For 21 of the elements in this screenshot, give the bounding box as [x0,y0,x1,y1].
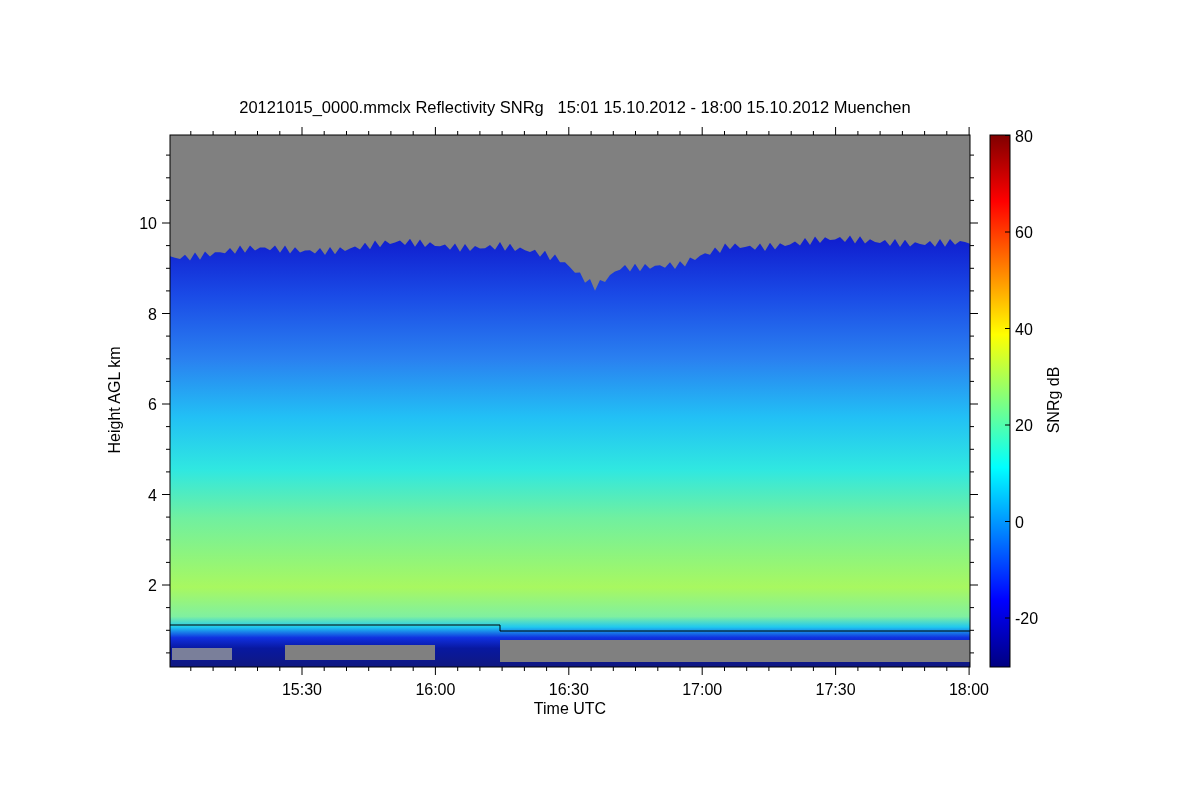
colorbar-tick-label: -20 [1015,610,1039,627]
chart-title: 20121015_0000.mmclx Reflectivity SNRg 15:01 15.10.2012 - 18:00 15.10.2012 Muenchen [239,98,911,116]
y-tick-label: 8 [148,305,157,323]
colorbar-tick-label: 80 [1015,127,1033,145]
x-tick-label: 16:30 [548,681,589,698]
y-tick-label: 4 [148,486,157,504]
x-tick-label: 16:00 [415,681,456,698]
x-tick-label: 15:30 [282,681,322,698]
y-tick-label: 2 [148,577,157,594]
x-tick-label: 17:30 [815,681,856,698]
y-tick-label: 6 [148,396,157,413]
colorbar-label: SNRg dB [1045,366,1062,434]
colorbar-tick-label: 60 [1015,224,1033,241]
x-tick-label: 17:00 [682,681,723,698]
y-axis-label: Height AGL km [106,346,123,454]
colorbar-tick-label: 40 [1015,320,1033,338]
y-tick-label: 10 [139,215,157,232]
x-tick-label: 18:00 [949,681,989,698]
colorbar-tick-label: 0 [1015,513,1024,531]
x-axis-label: Time UTC [533,700,607,717]
colorbar-tick-label: 20 [1015,417,1033,434]
